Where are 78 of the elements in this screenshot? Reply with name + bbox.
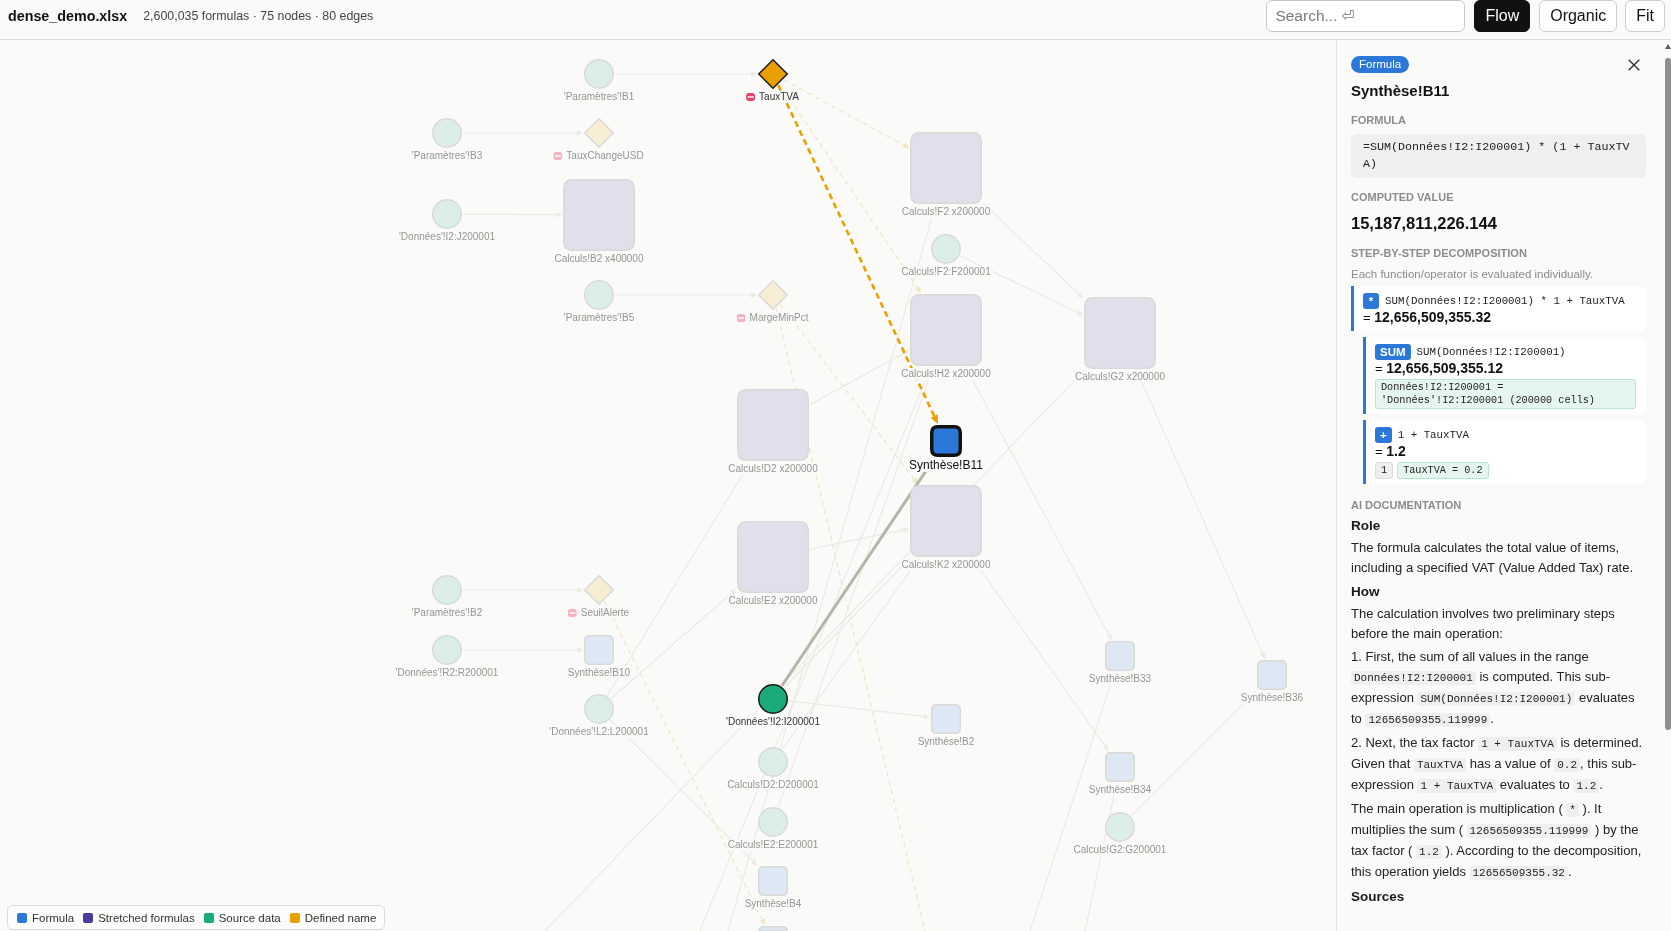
node-label: Calculs!G2:G200001: [1072, 844, 1168, 856]
reference-chip: Données!I2:I200001 = 'Données'!I2:I200001 (200000 cells): [1375, 379, 1636, 409]
node-label: Calculs!E2:E200001: [726, 839, 820, 851]
doc-paragraph: The main operation is multiplication ( * ). It multiplies the sum ( 12656509355.119999 ) by the tax factor ( 1.2 ). According to the decomposition, this operation yields 12656509355.32 .: [1351, 800, 1643, 882]
node-label: 'Paramètres'!B3: [410, 150, 484, 162]
reference-chip: TauxTVA = 0.2: [1397, 462, 1489, 479]
fit-button[interactable]: Fit: [1625, 0, 1665, 32]
scrollbar-thumb[interactable]: [1665, 58, 1671, 730]
node-label: Calculs!G2 x200000: [1073, 371, 1167, 383]
node-label: Calculs!F2 x200000: [900, 206, 992, 218]
doc-subheading: Sources: [1351, 888, 1406, 906]
diamond-node[interactable]: [757, 58, 789, 90]
node-label: Calculs!E2 x200000: [727, 595, 819, 607]
node-label: Synthèse!B36: [1239, 692, 1305, 704]
legend-label: Defined name: [304, 911, 377, 924]
type-badge: Formula: [1351, 56, 1410, 73]
step-expression: SUM(Données!I2:I200001) * 1 + TauxTVA: [1385, 294, 1625, 307]
node-label: Calculs!D2:D200001: [726, 779, 820, 791]
node-label: Calculs!F2:F200001: [900, 266, 992, 278]
badge-icon: [736, 314, 746, 322]
badge-icon: [746, 93, 756, 101]
file-name: dense_demo.xlsx: [8, 7, 128, 26]
section-heading: AI DOCUMENTATION: [1351, 498, 1463, 512]
node-label: MargeMinPct: [748, 312, 810, 324]
layout-toggle[interactable]: Flow: [1474, 0, 1531, 32]
node-label: Calculs!K2 x200000: [900, 559, 992, 571]
operator-badge: SUM: [1375, 343, 1411, 360]
scroll-up-icon[interactable]: [1665, 44, 1671, 49]
cell-title: Synthèse!B11: [1351, 81, 1451, 101]
operator-badge: *: [1363, 292, 1379, 309]
legend-label: Stretched formulas: [98, 911, 195, 924]
node-label: Calculs!H2 x200000: [900, 368, 992, 380]
step-expression: 1 + TauxTVA: [1397, 428, 1469, 441]
node-label: 'Données'!I2:J200001: [397, 231, 497, 243]
node-label: 'Paramètres'!B5: [562, 312, 636, 324]
node-label: TauxChangeUSD: [565, 150, 645, 162]
section-heading: COMPUTED VALUE: [1351, 190, 1455, 204]
badge-icon: [553, 152, 563, 160]
file-stats: 2,600,035 formulas · 75 nodes · 80 edges: [143, 8, 374, 25]
legend-label: Source data: [218, 911, 281, 924]
section-heading: STEP-BY-STEP DECOMPOSITION: [1351, 246, 1528, 260]
circle-node[interactable]: [758, 684, 788, 714]
section-note: Each function/operator is evaluated individually.: [1351, 267, 1595, 282]
doc-paragraph: 2. Next, the tax factor 1 + TauxTVA is determined. Given that TauxTVA has a value of 0.2 , this sub-expression 1 + TauxTVA evaluates to 1.2 .: [1351, 734, 1644, 795]
node-label: 'Données'!R2:R200001: [394, 667, 500, 679]
search-field[interactable]: Search... ⏎: [1266, 0, 1466, 32]
node-label: SeuilAlerte: [579, 607, 631, 619]
node-label: TauxTVA: [758, 91, 800, 103]
node-label: Synthèse!B11: [908, 458, 984, 472]
doc-paragraph: The formula calculates the total value of items, including a specified VAT (Value Added Tax) rate.: [1351, 539, 1635, 577]
node-label: Synthèse!B10: [566, 667, 632, 679]
section-heading: FORMULA: [1351, 113, 1407, 127]
computed-value: 15,187,811,226.144: [1351, 213, 1498, 234]
operator-badge: +: [1375, 426, 1392, 443]
node-label: Calculs!D2 x200000: [727, 463, 819, 475]
doc-subheading: Role: [1351, 517, 1382, 535]
node-label: 'Paramètres'!B2: [410, 607, 484, 619]
node-label: Synthèse!B4: [743, 898, 803, 910]
legend-label: Formula: [32, 911, 75, 924]
doc-subheading: How: [1351, 583, 1381, 601]
step-expression: SUM(Données!I2:I200001): [1416, 345, 1566, 358]
doc-paragraph: 1. First, the sum of all values in the range Données!I2:I200001 is computed. This sub-expression SUM(Données!I2:I200001) evaluates to 12656509355.119999 .: [1351, 648, 1636, 729]
node-label: Synthèse!B2: [916, 736, 976, 748]
literal-chip: 1: [1375, 462, 1394, 479]
step-result: = 12,656,509,355.32: [1363, 309, 1492, 326]
node-label: 'Paramètres'!B1: [562, 91, 636, 103]
step-result: = 12,656,509,355.12: [1375, 360, 1504, 377]
doc-paragraph: The calculation involves two preliminary steps before the main operation:: [1351, 605, 1616, 643]
layout-toggle[interactable]: Organic: [1539, 0, 1618, 32]
node-label: Synthèse!B34: [1087, 784, 1153, 796]
node-label: Synthèse!B33: [1087, 673, 1153, 685]
formula-code: =SUM(Données!I2:I200001) * (1 + TauxTVA): [1351, 134, 1646, 178]
close-icon[interactable]: [1628, 58, 1640, 71]
step-result: = 1.2: [1375, 443, 1407, 460]
node-label: Calculs!B2 x400000: [553, 253, 645, 265]
badge-icon: [567, 609, 577, 617]
node-label: 'Données'!I2:I200001: [725, 716, 821, 728]
node-label: 'Données'!L2:L200001: [548, 726, 650, 738]
